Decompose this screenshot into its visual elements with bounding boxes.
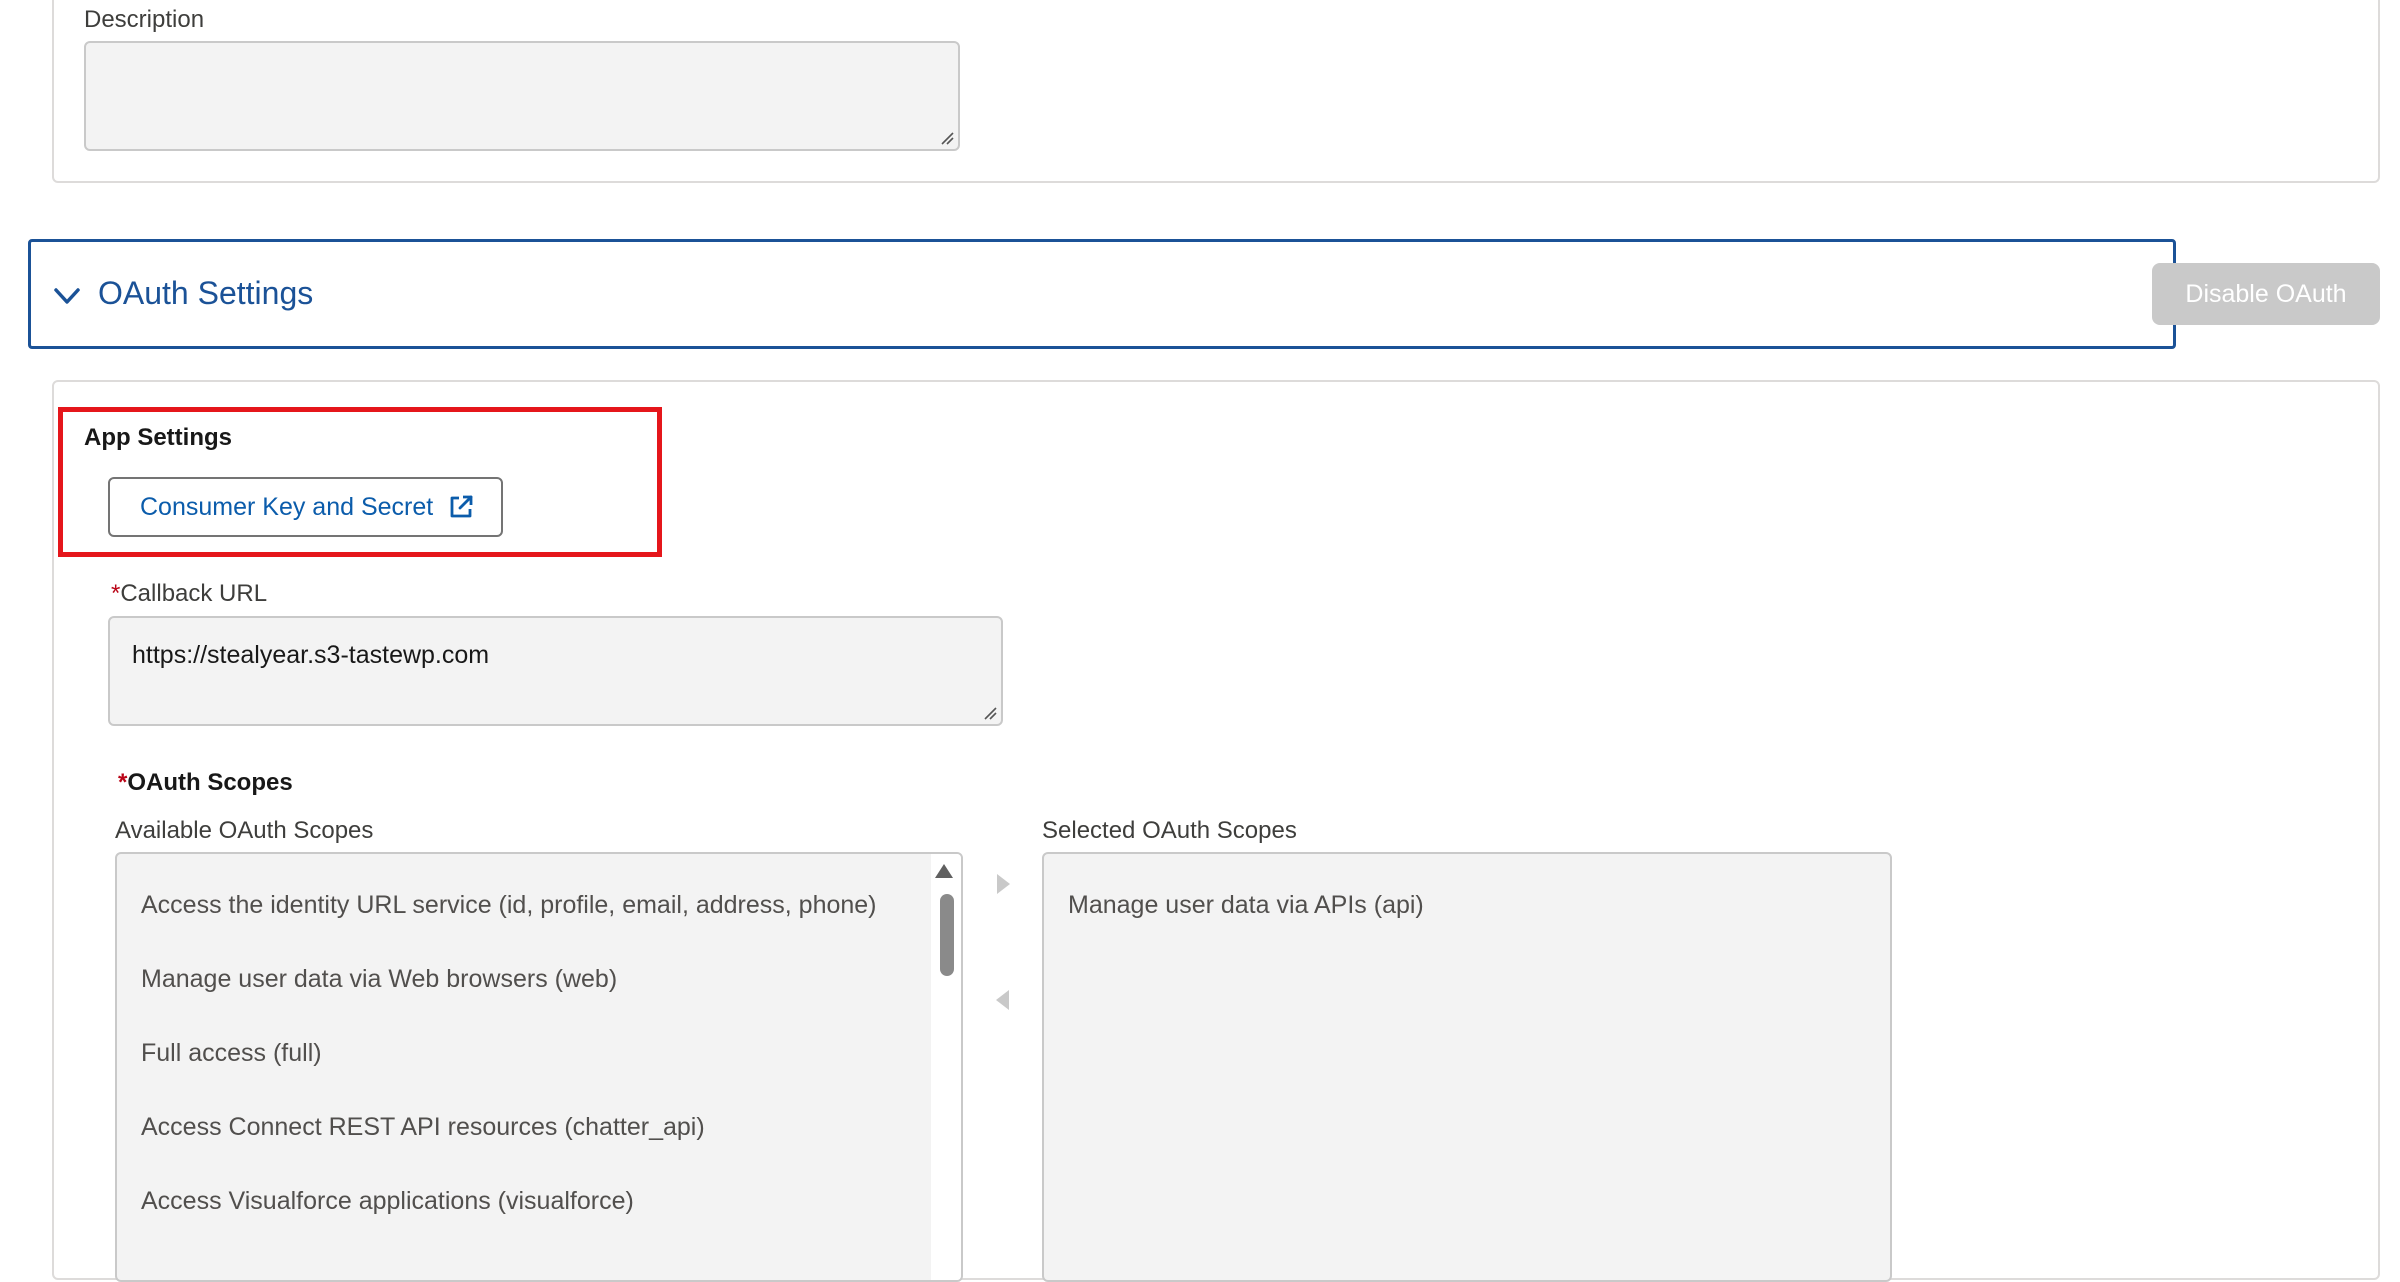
resize-grip-icon[interactable] [940,131,954,145]
resize-grip-icon[interactable] [983,706,997,720]
available-scopes-label: Available OAuth Scopes [115,817,374,844]
description-field[interactable] [84,41,960,151]
move-left-arrow-icon[interactable] [996,990,1009,1010]
scope-option[interactable]: Manage user data via APIs (api) [1068,891,1424,920]
scope-option[interactable]: Access Connect REST API resources (chatt… [141,1113,705,1142]
move-right-arrow-icon[interactable] [997,874,1010,894]
oauth-settings-header[interactable] [28,239,2176,349]
scroll-thumb[interactable] [940,894,954,976]
required-marker: * [111,580,121,607]
scope-option[interactable]: Access the identity URL service (id, pro… [141,891,877,920]
scrollbar[interactable] [931,854,961,1280]
scroll-up-icon[interactable] [935,864,953,878]
required-marker: * [118,769,128,796]
callback-url-value: https://stealyear.s3-tastewp.com [132,641,490,669]
scope-option[interactable]: Full access (full) [141,1039,322,1068]
callback-url-label: *Callback URL [111,580,267,608]
app-settings-heading: App Settings [84,424,232,451]
selected-scopes-label: Selected OAuth Scopes [1042,817,1297,844]
consumer-key-secret-label: Consumer Key and Secret [140,492,434,521]
oauth-scopes-heading: *OAuth Scopes [118,769,293,797]
scope-option[interactable]: Manage user data via Web browsers (web) [141,965,617,994]
disable-oauth-button[interactable]: Disable OAuth [2152,263,2380,325]
oauth-scopes-title-text: OAuth Scopes [127,769,293,796]
chevron-down-icon[interactable] [52,281,82,311]
description-label: Description [84,6,205,33]
external-link-icon [450,495,473,518]
scope-option[interactable]: Access Visualforce applications (visualf… [141,1187,634,1216]
callback-url-label-text: Callback URL [120,580,268,607]
oauth-settings-title[interactable]: OAuth Settings [98,275,313,312]
callback-url-field[interactable]: https://stealyear.s3-tastewp.com [108,616,1003,726]
consumer-key-secret-button[interactable]: Consumer Key and Secret [108,477,503,537]
available-scopes-listbox[interactable]: Access the identity URL service (id, pro… [115,852,963,1282]
selected-scopes-listbox[interactable]: Manage user data via APIs (api) [1042,852,1892,1282]
